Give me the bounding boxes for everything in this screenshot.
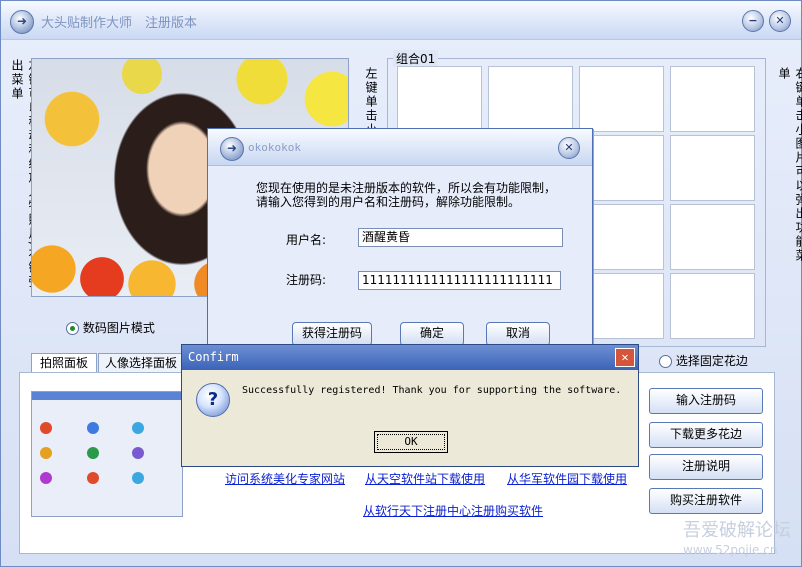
link-huajun-download[interactable]: 从华军软件园下载使用 <box>507 470 627 487</box>
enter-code-button[interactable]: 输入注册码 <box>649 388 763 414</box>
radio-selected-icon <box>66 322 79 335</box>
dialog-message: 您现在使用的是未注册版本的软件，所以会有功能限制， 请输入您得到的用户名和注册码… <box>256 181 576 209</box>
confirm-ok-button[interactable]: OK <box>374 431 448 453</box>
watermark-title: 吾爱破解论坛 <box>683 520 791 541</box>
confirm-message: Successfully registered! Thank you for s… <box>242 385 622 396</box>
tab-portrait[interactable]: 人像选择面板 <box>98 353 184 373</box>
dialog-icon: ➜ <box>220 137 244 161</box>
thumbnail-cell[interactable] <box>670 135 755 201</box>
code-label: 注册码: <box>286 273 327 287</box>
tab-photo[interactable]: 拍照面板 <box>31 353 97 373</box>
thumbnail-cell[interactable] <box>397 66 482 132</box>
title-bar[interactable]: ➜ 大头贴制作大师 注册版本 − ✕ <box>1 1 801 40</box>
link-sky-download[interactable]: 从天空软件站下载使用 <box>365 470 485 487</box>
dialog-title: okokokok <box>248 141 301 154</box>
window-title: 大头贴制作大师 注册版本 <box>41 16 198 31</box>
middle-hint-text: 左键单击小 <box>364 67 378 137</box>
link-register-purchase[interactable]: 从软行天下注册中心注册购买软件 <box>363 502 543 519</box>
registration-dialog: ➜ okokokok ✕ 您现在使用的是未注册版本的软件，所以会有功能限制， 请… <box>207 128 593 352</box>
dialog-close-button[interactable]: ✕ <box>558 137 580 159</box>
thumbnail-cell[interactable] <box>670 273 755 339</box>
close-button[interactable]: ✕ <box>769 10 791 32</box>
username-label: 用户名: <box>286 233 327 247</box>
thumbnail-cell[interactable] <box>670 66 755 132</box>
thumbnail-cell[interactable] <box>579 66 664 132</box>
question-icon: ? <box>196 383 230 417</box>
preview-thumbnail <box>31 391 183 517</box>
link-beauty-expert-site[interactable]: 访问系统美化专家网站 <box>225 470 345 487</box>
thumbnail-cell[interactable] <box>670 204 755 270</box>
confirm-title-bar[interactable]: Confirm ✕ <box>182 345 638 370</box>
minimize-button[interactable]: − <box>742 10 764 32</box>
confirm-dialog: Confirm ✕ ? Successfully registered! Tha… <box>181 344 639 467</box>
digital-mode-radio[interactable]: 数码图片模式 <box>66 319 155 336</box>
ok-button[interactable]: 确定 <box>400 322 464 346</box>
digital-mode-label: 数码图片模式 <box>82 321 155 335</box>
radio-unselected-icon <box>659 355 672 368</box>
confirm-title: Confirm <box>188 350 239 364</box>
group-label: 组合01 <box>393 50 439 67</box>
right-hint-text: 右键单击小图片可以弹出功能菜单 <box>777 67 802 263</box>
fixed-border-radio[interactable]: 选择固定花边 <box>659 352 748 369</box>
dialog-message-line1: 您现在使用的是未注册版本的软件，所以会有功能限制， <box>256 181 557 195</box>
get-code-button[interactable]: 获得注册码 <box>292 322 372 346</box>
thumbnail-cell[interactable] <box>488 66 573 132</box>
dialog-message-line2: 请输入您得到的用户名和注册码，解除功能限制。 <box>256 195 521 209</box>
username-field[interactable]: 酒醒黄昏 <box>358 228 563 247</box>
fixed-border-label: 选择固定花边 <box>675 354 748 368</box>
app-icon[interactable]: ➜ <box>10 10 34 34</box>
confirm-close-icon[interactable]: ✕ <box>615 348 635 367</box>
buy-register-button[interactable]: 购买注册软件 <box>649 488 763 514</box>
register-help-button[interactable]: 注册说明 <box>649 454 763 480</box>
cancel-button[interactable]: 取消 <box>486 322 550 346</box>
watermark-url: www.52pojie.cn <box>683 543 778 557</box>
dialog-title-bar[interactable]: ➜ okokokok ✕ <box>208 129 592 166</box>
code-field[interactable]: 1111111111111111111111111 <box>358 271 561 290</box>
download-borders-button[interactable]: 下载更多花边 <box>649 422 763 448</box>
